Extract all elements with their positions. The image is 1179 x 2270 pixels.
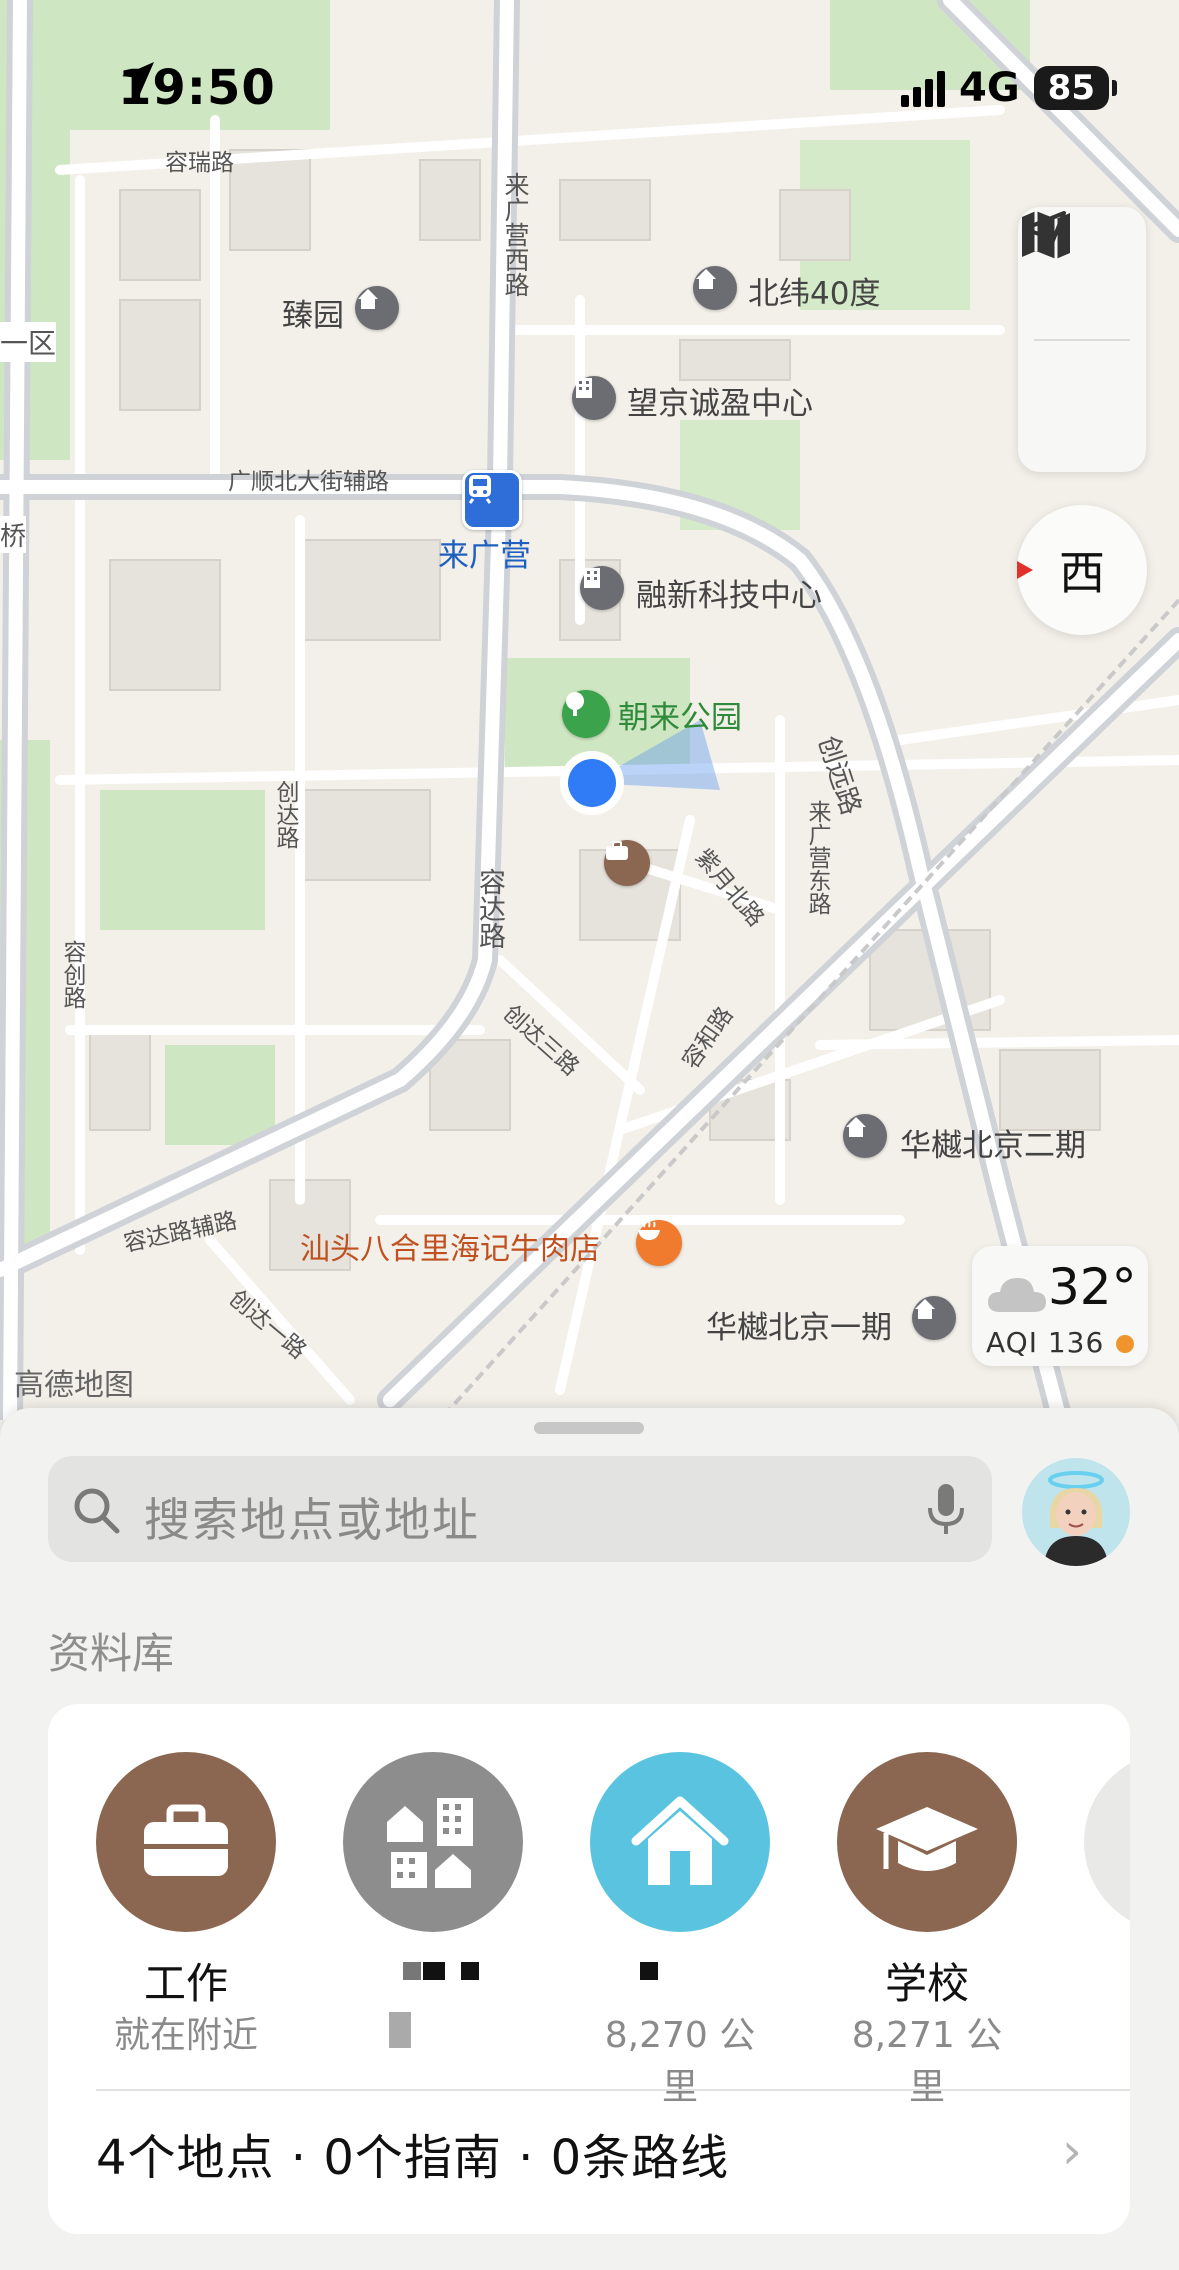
sheet-grabber[interactable] [534,1422,644,1434]
road-label: 一区 [0,322,57,362]
favorite-icon-circle [1084,1752,1130,1932]
road-label: 广顺北大街辅路 [228,469,389,495]
cloud-icon [988,1278,1046,1312]
map-view[interactable]: 19:50 4G 85 西 容瑞路 来广营西路 广顺北大街辅路 创达路 容达路 … [0,0,1179,1420]
building-poi-icon[interactable] [580,566,624,610]
bottom-sheet: 搜索地点或地址 资料库 工作 就在附近 8,270 公里 学校 8,271 公里… [0,1408,1179,2270]
favorite-school[interactable]: 学校 8,271 公里 [837,1752,1017,2110]
poi-label[interactable]: 汕头八合里海记牛肉店 [300,1224,600,1268]
avatar-memoji-icon [1044,1471,1108,1566]
weather-widget[interactable]: 32° AQI 136 [972,1246,1148,1366]
favorite-name-redacted [343,1950,523,2002]
temperature: 32° [1048,1258,1137,1316]
tree-icon [566,692,584,716]
compass-button[interactable]: 西 [1017,505,1147,635]
locate-me-button[interactable] [1018,211,1146,473]
road-label: 来广营西路 [501,172,530,297]
search-icon [74,1488,120,1534]
library-summary[interactable]: 4个地点 · 0个指南 · 0条路线 [96,2118,729,2188]
poi-label[interactable]: 华樾北京二期 [900,1120,1086,1165]
favorite-icon-circle [590,1752,770,1932]
building-poi-icon[interactable] [572,376,616,420]
road-label: 容创路 [59,940,85,1009]
favorite-buildings[interactable] [343,1752,523,2048]
train-icon [468,475,492,504]
favorite-name-redacted [590,1950,770,2002]
status-indicators: 4G 85 [901,58,1118,118]
search-placeholder: 搜索地点或地址 [144,1493,480,1547]
navigation-arrow-icon [1022,211,1066,255]
favorite-detail: 就在附近 [113,2015,258,2056]
favorite-detail: 8,270 公里 [604,2015,756,2108]
battery-indicator: 85 [1033,66,1118,110]
road-label: 来广营东路 [804,800,830,915]
residential-poi-icon[interactable] [843,1114,887,1158]
library-card: 工作 就在附近 8,270 公里 学校 8,271 公里 4个地点 · 0个指南… [48,1704,1130,2234]
favorite-work[interactable]: 工作 就在附近 [96,1752,276,2058]
library-title: 资料库 [48,1629,175,1678]
house-icon [846,1117,866,1137]
building-icon [584,568,600,588]
poi-label[interactable]: 华樾北京一期 [706,1302,892,1347]
buildings-icon [387,1798,473,1888]
residential-poi-icon[interactable] [693,266,737,310]
favorite-icon-circle [837,1752,1017,1932]
station-label[interactable]: 来广营 [438,530,531,575]
map-controls [1018,207,1146,472]
chevron-right-icon[interactable]: › [1062,2122,1082,2180]
poi-label[interactable]: 臻园 [282,290,344,335]
favorite-detail-redacted [343,2006,523,2048]
profile-avatar[interactable] [1022,1458,1130,1566]
work-pin-icon[interactable] [604,840,650,886]
house-icon [915,1299,935,1319]
restaurant-poi-icon[interactable] [636,1220,682,1266]
road-label: 容达路 [474,868,505,949]
house-icon [696,269,716,289]
aqi-status-dot [1116,1335,1134,1353]
house-icon [358,289,378,309]
road-label: 创达路 [272,780,298,849]
favorite-home[interactable]: 8,270 公里 [590,1752,770,2110]
search-bar[interactable]: 搜索地点或地址 [48,1456,992,1562]
favorite-more[interactable] [1084,1752,1130,1932]
favorite-name: 工作 [143,1959,228,2008]
briefcase-icon [144,1804,228,1876]
status-time: 19:50 [118,58,276,118]
graduation-cap-icon [876,1807,978,1871]
poi-label[interactable]: 朝来公园 [618,692,742,737]
residential-poi-icon[interactable] [912,1296,956,1340]
residential-poi-icon[interactable] [355,286,399,330]
building-icon [576,378,592,398]
metro-station-icon[interactable] [462,470,522,530]
briefcase-icon [606,841,628,860]
road-label: 容瑞路 [165,150,234,176]
microphone-icon[interactable] [926,1482,966,1538]
bowl-icon [638,1221,660,1240]
poi-label[interactable]: 望京诚盈中心 [627,378,813,423]
aqi-value: AQI 136 [986,1326,1105,1359]
map-attribution: 高德地图 [14,1368,134,1403]
compass-heading: 西 [1059,546,1105,600]
favorite-icon-circle [343,1752,523,1932]
card-divider [96,2089,1130,2091]
poi-label[interactable]: 融新科技中心 [636,570,822,615]
favorite-name: 学校 [884,1959,969,2008]
poi-label[interactable]: 北纬40度 [748,268,880,313]
network-type: 4G [959,65,1020,111]
compass-pointer-icon [1017,561,1033,579]
signal-icon [901,69,945,107]
park-poi-icon[interactable] [562,690,610,738]
favorite-detail: 8,271 公里 [851,2015,1003,2108]
location-arrow-icon [122,62,154,94]
favorite-icon-circle [96,1752,276,1932]
road-label: 桥 [0,516,27,553]
house-icon [631,1796,729,1885]
